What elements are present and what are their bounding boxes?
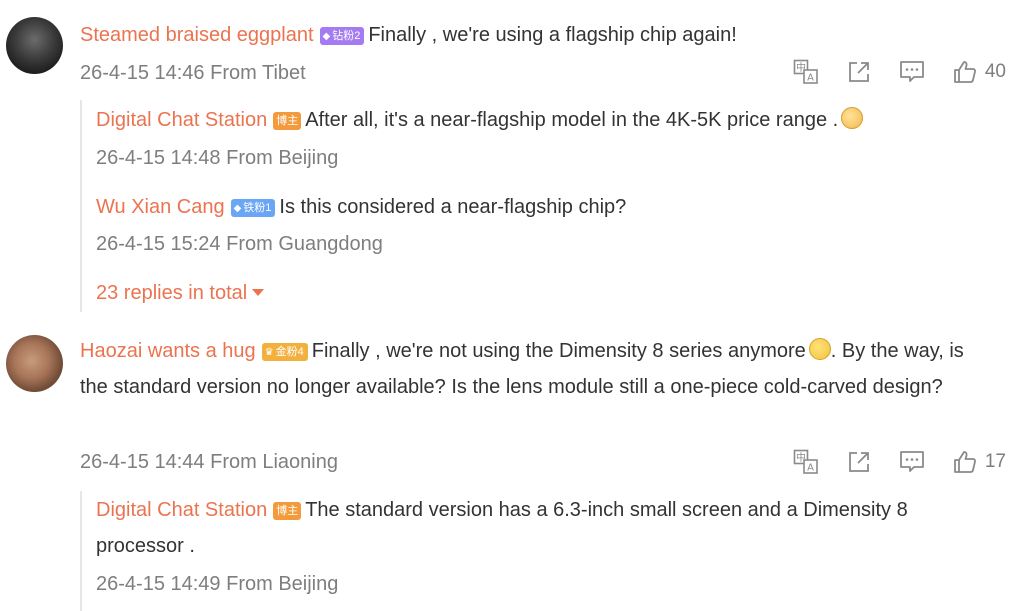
comment-time: 26-4-15 14:46	[80, 62, 205, 84]
fan-badge[interactable]: ◆ 铁粉1	[230, 199, 276, 217]
svg-text:A: A	[807, 463, 814, 474]
reply-author[interactable]: Digital Chat Station	[96, 499, 267, 521]
comment-text: Finally , we're using a flagship chip ag…	[368, 24, 737, 46]
comment-actions: 中A 17	[765, 449, 1006, 475]
like-button[interactable]: 17	[953, 450, 1006, 474]
like-button[interactable]: 40	[953, 60, 1006, 84]
comment-author[interactable]: Steamed braised eggplant	[80, 24, 314, 46]
reply-location: From Beijing	[226, 573, 339, 595]
reply-author[interactable]: Digital Chat Station	[96, 109, 267, 131]
share-button[interactable]	[847, 450, 871, 474]
comment-time: 26-4-15 14:44	[80, 451, 205, 473]
avatar[interactable]	[6, 17, 63, 74]
comment-icon	[899, 61, 924, 82]
reply-author[interactable]: Wu Xian Cang	[96, 196, 225, 218]
reply-text: Is this considered a near-flagship chip?	[279, 196, 627, 218]
thumbs-up-icon	[953, 61, 976, 83]
view-more-replies-link[interactable]: 23 replies in total	[96, 275, 265, 311]
blogger-badge: 博主	[273, 112, 302, 130]
comment-text-part1: Finally , we're not using the Dimensity …	[311, 340, 806, 362]
comment-author[interactable]: Haozai wants a hug	[80, 340, 256, 362]
fan-badge[interactable]: ♛ 金粉4	[261, 343, 308, 361]
like-count: 40	[984, 61, 1006, 82]
caret-down-icon	[252, 289, 265, 296]
translate-button[interactable]: 中A	[793, 59, 819, 85]
comment-meta: 26-4-15 14:46 From Tibet	[80, 55, 306, 91]
reply-meta: 26-4-15 14:49 From Beijing	[96, 566, 338, 602]
comment-header: Steamed braised eggplant ◆ 钻粉2 Finally , we…	[80, 17, 737, 53]
reply-meta: 26-4-15 14:48 From Beijing	[96, 140, 338, 176]
comment-location: From Liaoning	[210, 451, 338, 473]
avatar[interactable]	[6, 335, 63, 392]
thumbs-up-icon	[953, 451, 976, 473]
comment-location: From Tibet	[210, 62, 306, 84]
reply-button[interactable]	[899, 60, 925, 84]
reply-item: Wu Xian Cang ◆ 铁粉1 Is this considered a nea…	[96, 189, 626, 225]
crown-icon: ♛	[264, 347, 274, 358]
reply-time: 26-4-15 14:49	[96, 573, 221, 595]
reply-time: 26-4-15 15:24	[96, 233, 221, 255]
share-icon	[848, 62, 869, 82]
diamond-icon: ◆	[322, 31, 331, 42]
reply-time: 26-4-15 14:48	[96, 147, 221, 169]
comment-actions: 中A 40	[765, 59, 1006, 85]
like-count: 17	[984, 451, 1006, 472]
share-icon	[848, 452, 869, 472]
blogger-badge: 博主	[273, 502, 302, 520]
svg-text:A: A	[807, 73, 814, 84]
reply-location: From Guangdong	[226, 233, 383, 255]
reply-item: Digital Chat Station 博主 The standard versi…	[96, 492, 996, 564]
comment-icon	[899, 451, 924, 472]
comment-meta: 26-4-15 14:44 From Liaoning	[80, 444, 338, 480]
translate-button[interactable]: 中A	[793, 449, 819, 475]
reply-location: From Beijing	[226, 147, 339, 169]
fan-badge[interactable]: ◆ 钻粉2	[319, 27, 365, 45]
reply-text: After all, it's a near-flagship model in…	[305, 109, 839, 131]
diamond-icon: ◆	[233, 203, 242, 214]
share-button[interactable]	[847, 60, 871, 84]
doge-emoji-icon	[841, 107, 864, 129]
comment-body: Haozai wants a hug ♛ 金粉4 Finally , we're no…	[80, 333, 990, 405]
reply-list	[80, 491, 82, 611]
translate-icon: 中A	[793, 59, 818, 84]
reply-button[interactable]	[899, 450, 925, 474]
laugh-cry-emoji-icon	[808, 338, 831, 360]
translate-icon: 中A	[793, 449, 818, 474]
reply-list	[80, 100, 82, 312]
reply-item: Digital Chat Station 博主 After all, it's a …	[96, 102, 864, 138]
reply-meta: 26-4-15 15:24 From Guangdong	[96, 226, 383, 262]
